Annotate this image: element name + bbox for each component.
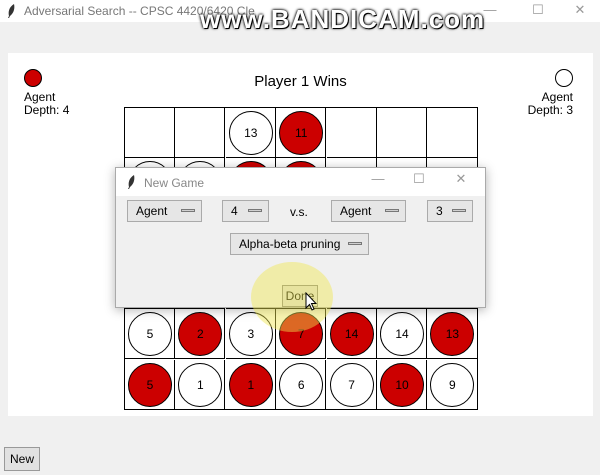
board-cell[interactable]: 13 [225, 108, 276, 158]
board-cell[interactable]: 6 [276, 359, 327, 410]
player2-depth: Depth: 3 [527, 103, 573, 117]
board-cell[interactable] [427, 108, 478, 158]
bandicam-watermark: www.BANDICAM.com [200, 4, 486, 34]
dropdown-indicator-icon [385, 209, 399, 212]
board-cell[interactable]: 5 [125, 359, 175, 410]
dialog-title: New Game [144, 176, 205, 190]
board-cell[interactable] [175, 108, 226, 158]
board-cell[interactable]: 14 [326, 309, 377, 360]
player2-type-select[interactable]: Agent [331, 200, 406, 222]
game-disc-white: 9 [430, 362, 475, 407]
mouse-cursor-icon [305, 292, 317, 311]
board-cell[interactable]: 1 [175, 359, 226, 410]
board-cell[interactable]: 2 [175, 309, 226, 360]
new-game-button[interactable]: New [4, 447, 41, 471]
game-disc-white: 13 [228, 111, 273, 155]
board-cell[interactable]: 11 [276, 108, 327, 158]
board-cell[interactable]: 13 [427, 309, 478, 360]
dialog-titlebar[interactable]: New Game — ☐ ✕ [116, 168, 485, 196]
dialog-close-button[interactable]: ✕ [446, 171, 476, 187]
game-disc-white: 14 [380, 312, 424, 357]
game-disc-red: 2 [178, 312, 223, 357]
player1-info: Agent Depth: 4 [24, 69, 69, 117]
game-status: Player 1 Wins [254, 73, 347, 90]
dropdown-indicator-icon [348, 242, 362, 245]
board-cell[interactable] [125, 108, 175, 158]
tk-feather-icon [128, 175, 135, 189]
player2-depth-select[interactable]: 3 [427, 200, 473, 222]
game-disc-red: 5 [128, 362, 172, 407]
board-cell[interactable] [377, 108, 427, 158]
game-disc-white: 7 [329, 362, 374, 407]
game-disc-red: 10 [380, 362, 424, 407]
dialog-maximize-button[interactable]: ☐ [404, 171, 434, 187]
player1-depth-value: 4 [231, 204, 238, 218]
player1-type-select[interactable]: Agent [127, 200, 202, 222]
dialog-minimize-button[interactable]: — [363, 171, 393, 186]
click-highlight [251, 262, 333, 332]
dropdown-indicator-icon [452, 209, 466, 212]
board-cell[interactable] [326, 108, 377, 158]
player1-type-value: Agent [136, 204, 168, 218]
player2-depth-value: 3 [436, 204, 443, 218]
tk-feather-icon [8, 4, 15, 18]
dropdown-indicator-icon [181, 209, 195, 212]
maximize-button[interactable]: ☐ [518, 0, 558, 22]
game-disc-white: 1 [178, 362, 223, 407]
dropdown-indicator-icon [248, 209, 262, 212]
versus-label: v.s. [290, 205, 308, 219]
player2-type-value: Agent [340, 204, 372, 218]
game-disc-white: 6 [279, 362, 324, 407]
algorithm-value: Alpha-beta pruning [239, 237, 341, 251]
board-cell[interactable]: 7 [326, 359, 377, 410]
player1-depth: Depth: 4 [24, 103, 70, 117]
game-disc-red: 14 [329, 312, 374, 357]
board-cell[interactable]: 5 [125, 309, 175, 360]
game-disc-white: 5 [128, 312, 172, 357]
algorithm-select[interactable]: Alpha-beta pruning [230, 233, 369, 255]
board-cell[interactable]: 9 [427, 360, 478, 410]
minimize-button[interactable]: — [470, 0, 510, 22]
board-cell[interactable]: 14 [377, 309, 427, 360]
close-button[interactable]: ✕ [560, 0, 600, 22]
board-cell[interactable]: 1 [225, 359, 276, 410]
player1-depth-select[interactable]: 4 [222, 200, 269, 222]
game-disc-red: 1 [228, 362, 273, 407]
player2-info: Agent Depth: 3 [528, 69, 573, 117]
window-titlebar[interactable]: Adversarial Search -- CPSC 4420/6420 Cle… [0, 0, 600, 34]
game-disc-red: 13 [430, 312, 475, 357]
player1-color-icon [24, 69, 42, 87]
board-cell[interactable]: 10 [377, 359, 427, 410]
player2-color-icon [555, 69, 573, 87]
game-disc-red: 11 [279, 111, 324, 155]
